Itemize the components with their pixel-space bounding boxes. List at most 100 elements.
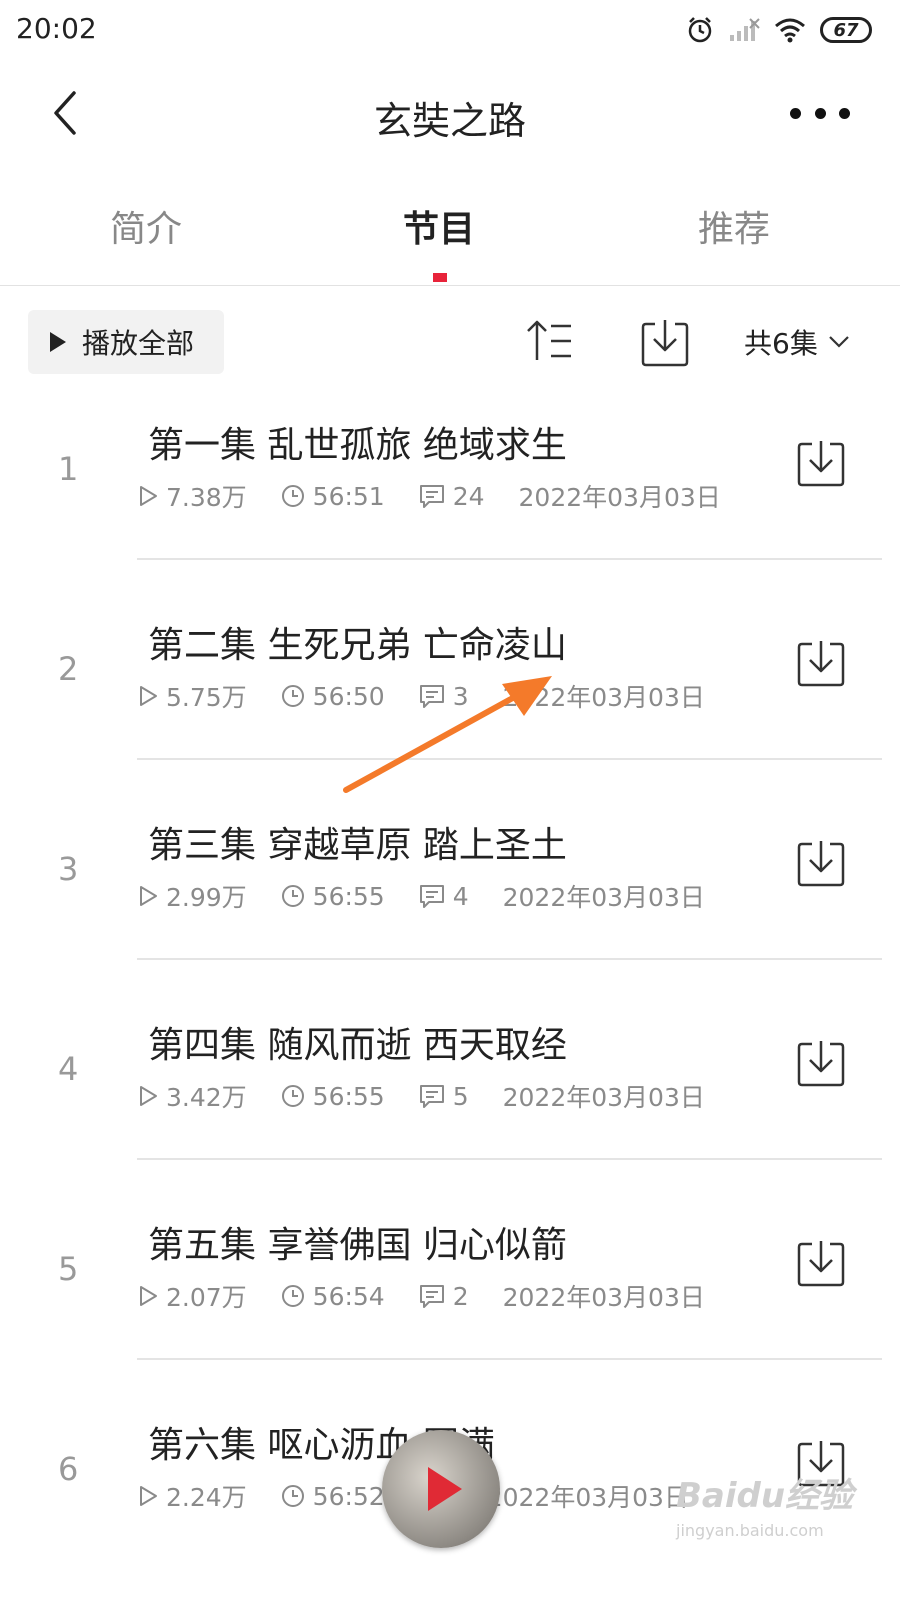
episode-number: 5 (58, 1250, 79, 1288)
episode-meta: 2.07万 56:54 2 2022年03月03日 (138, 1278, 705, 1314)
publish-date: 2022年03月03日 (518, 483, 721, 512)
episode-row[interactable]: 4 第四集 随风而逝 西天取经 3.42万 56:55 5 2022年03月03日 (0, 1000, 900, 1200)
episode-toolbar: 播放全部 共6集 (0, 308, 900, 378)
status-time: 20:02 (16, 12, 97, 45)
episode-count-dropdown[interactable]: 共6集 (744, 322, 850, 362)
tab-episodes[interactable]: 节目 (403, 200, 475, 252)
comment-count-value: 3 (452, 681, 469, 711)
tab-intro[interactable]: 简介 (110, 200, 182, 252)
duration: 56:51 (281, 482, 385, 511)
episode-number: 2 (58, 650, 79, 688)
duration-value: 56:54 (312, 1281, 385, 1311)
play-count-value: 5.75万 (166, 683, 247, 712)
row-divider (137, 1358, 882, 1360)
episode-row[interactable]: 3 第三集 穿越草原 踏上圣土 2.99万 56:55 4 2022年03月03日 (0, 800, 900, 1000)
tab-bar: 简介 节目 推荐 (0, 180, 900, 286)
publish-date: 2022年03月03日 (502, 1083, 705, 1112)
comment-count-value: 24 (452, 481, 485, 511)
download-icon[interactable] (796, 1238, 846, 1288)
header: 玄奘之路 (0, 62, 900, 162)
episode-row[interactable]: 5 第五集 享誉佛国 归心似箭 2.07万 56:54 2 2022年03月03日 (0, 1200, 900, 1400)
battery-icon: 67 (820, 17, 872, 43)
row-divider (137, 758, 882, 760)
row-divider (137, 558, 882, 560)
play-outline-icon (140, 886, 157, 906)
tab-recommend[interactable]: 推荐 (698, 200, 770, 252)
status-icons: 67 (686, 14, 872, 46)
publish-date: 2022年03月03日 (502, 883, 705, 912)
tab-active-indicator (433, 273, 447, 282)
watermark-sub: jingyan.baidu.com (676, 1521, 824, 1540)
episode-count-label: 共6集 (744, 327, 818, 360)
publish-date: 2022年03月03日 (486, 1483, 689, 1512)
episode-title[interactable]: 第二集 生死兄弟 亡命凌山 (148, 616, 567, 668)
duration-value: 56:52 (312, 1481, 385, 1511)
play-outline-icon (140, 1486, 157, 1506)
watermark-main: Baidu经验 (676, 1476, 854, 1516)
chevron-down-icon (829, 336, 849, 348)
duration-value: 56:51 (312, 481, 385, 511)
duration-value: 56:55 (312, 1081, 385, 1111)
download-icon[interactable] (796, 838, 846, 888)
row-divider (137, 958, 882, 960)
play-count: 7.38万 (138, 478, 247, 514)
episode-number: 4 (58, 1050, 79, 1088)
mini-player-button[interactable] (382, 1430, 500, 1548)
alarm-icon (688, 17, 712, 43)
play-count: 2.24万 (138, 1478, 247, 1514)
wifi-icon (775, 18, 805, 43)
play-count: 2.99万 (138, 878, 247, 914)
comment-count: 3 (419, 682, 469, 711)
duration-value: 56:50 (312, 681, 385, 711)
episode-row[interactable]: 1 第一集 乱世孤旅 绝域求生 7.38万 56:51 24 2022年03月03日 (0, 400, 900, 600)
play-count: 5.75万 (138, 678, 247, 714)
download-icon[interactable] (796, 638, 846, 688)
episode-title[interactable]: 第一集 乱世孤旅 绝域求生 (148, 416, 567, 468)
play-count-value: 3.42万 (166, 1083, 247, 1112)
episode-title[interactable]: 第四集 随风而逝 西天取经 (148, 1016, 567, 1068)
episode-number: 3 (58, 850, 79, 888)
clock-icon (281, 1485, 304, 1507)
episode-meta: 3.42万 56:55 5 2022年03月03日 (138, 1078, 705, 1114)
duration: 56:52 (281, 1482, 385, 1511)
duration-value: 56:55 (312, 881, 385, 911)
comment-count-value: 5 (452, 1081, 469, 1111)
comment-count-value: 2 (452, 1281, 469, 1311)
play-count-value: 7.38万 (166, 483, 247, 512)
download-icon[interactable] (640, 316, 690, 368)
play-count: 3.42万 (138, 1078, 247, 1114)
comment-count: 4 (419, 882, 469, 911)
play-count: 2.07万 (138, 1278, 247, 1314)
row-divider (137, 1158, 882, 1160)
duration: 56:55 (281, 1082, 385, 1111)
episode-title[interactable]: 第五集 享誉佛国 归心似箭 (148, 1216, 567, 1268)
episode-title[interactable]: 第三集 穿越草原 踏上圣土 (148, 816, 567, 868)
sort-icon[interactable] (525, 318, 575, 364)
more-button[interactable] (790, 98, 850, 128)
episode-meta: 2.99万 56:55 4 2022年03月03日 (138, 878, 705, 914)
signal-icon (730, 18, 760, 41)
play-outline-icon (140, 1286, 157, 1306)
episode-row[interactable]: 2 第二集 生死兄弟 亡命凌山 5.75万 56:50 3 2022年03月03日 (0, 600, 900, 800)
play-count-value: 2.24万 (166, 1483, 247, 1512)
clock-icon (281, 1285, 304, 1307)
episode-number: 6 (58, 1450, 79, 1488)
download-icon[interactable] (796, 438, 846, 488)
publish-date: 2022年03月03日 (502, 1283, 705, 1312)
play-icon (50, 332, 66, 352)
play-all-button[interactable]: 播放全部 (28, 310, 224, 374)
comment-icon (419, 685, 444, 708)
comment-icon (419, 1085, 444, 1108)
download-icon[interactable] (796, 1038, 846, 1088)
page-title: 玄奘之路 (373, 99, 526, 143)
comment-icon (419, 1285, 444, 1308)
comment-count-value: 4 (452, 881, 469, 911)
episode-meta: 5.75万 56:50 3 2022年03月03日 (138, 678, 705, 714)
watermark: Baidu经验 jingyan.baidu.com (676, 1468, 856, 1548)
clock-icon (281, 685, 304, 707)
play-outline-icon (140, 686, 157, 706)
publish-date: 2022年03月03日 (502, 683, 705, 712)
play-outline-icon (140, 1086, 157, 1106)
more-horizontal-icon (790, 107, 801, 119)
comment-icon (419, 885, 444, 908)
